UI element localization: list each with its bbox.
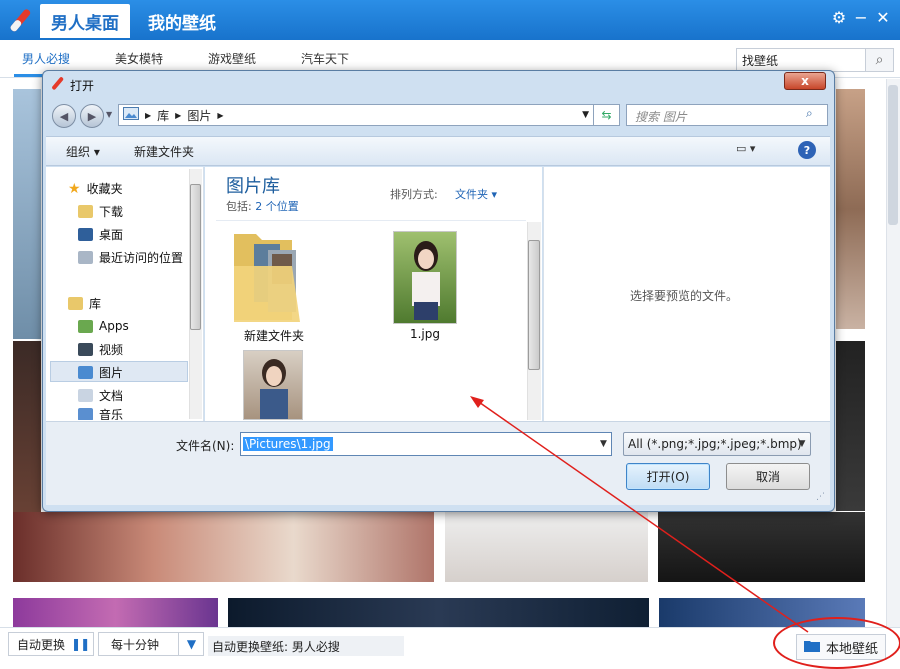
annotation-arrow <box>470 396 809 633</box>
